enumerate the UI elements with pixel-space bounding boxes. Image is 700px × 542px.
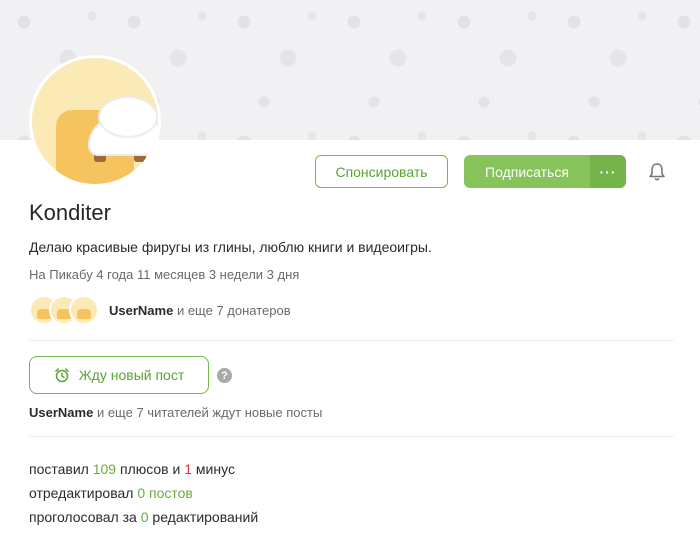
- stats-voted-line: проголосовал за 0 редактирований: [29, 505, 258, 529]
- plus-count: 109: [92, 461, 117, 477]
- profile-tenure: На Пикабу 4 года 11 месяцев 3 недели 3 д…: [29, 267, 300, 282]
- waiting-username-link[interactable]: UserName: [29, 405, 93, 420]
- profile-bio: Делаю красивые фиругы из глины, люблю кн…: [29, 239, 432, 255]
- donors-rest: и еще 7 донатеров: [176, 302, 291, 318]
- help-icon[interactable]: ?: [217, 368, 232, 383]
- donors-row: UserName и еще 7 донатеров: [29, 295, 291, 325]
- voted-word: редактирований: [152, 509, 259, 525]
- donors-text: UserName и еще 7 донатеров: [109, 303, 291, 318]
- avatar[interactable]: [32, 58, 158, 184]
- wait-new-post-button[interactable]: Жду новый пост: [29, 356, 209, 394]
- divider: [29, 436, 674, 437]
- stats-votes-prefix: поставил: [29, 461, 89, 477]
- more-options-button[interactable]: ···: [590, 155, 626, 188]
- stats-edited-prefix: отредактировал: [29, 485, 134, 501]
- donor-avatar[interactable]: [69, 295, 99, 325]
- donor-username-link[interactable]: UserName: [109, 303, 173, 318]
- waiting-rest: и еще 7 читателей ждут новые посты: [96, 405, 323, 420]
- plus-word: плюсов: [119, 461, 169, 477]
- subscribe-button[interactable]: Подписаться: [464, 155, 590, 188]
- minus-count: 1: [184, 461, 193, 477]
- alarm-clock-icon: [55, 368, 69, 383]
- minus-word: минус: [195, 461, 235, 477]
- sponsor-button[interactable]: Спонсировать: [315, 155, 448, 188]
- profile-stats: поставил 109 плюсов и 1 минус отредактир…: [29, 457, 258, 529]
- stats-and: и: [172, 461, 181, 477]
- bell-icon[interactable]: [648, 162, 666, 182]
- wait-new-post-label: Жду новый пост: [78, 367, 185, 383]
- stats-edited-line: отредактировал 0 постов: [29, 481, 258, 505]
- avatar-chef-hat: [90, 98, 158, 154]
- stats-votes-line: поставил 109 плюсов и 1 минус: [29, 457, 258, 481]
- divider: [29, 340, 674, 341]
- edited-posts-link[interactable]: 0 постов: [137, 485, 193, 501]
- waiting-readers-text: UserName и еще 7 читателей ждут новые по…: [29, 405, 322, 420]
- stats-voted-prefix: проголосовал за: [29, 509, 137, 525]
- voted-count: 0: [140, 509, 149, 525]
- profile-username: Konditer: [29, 200, 111, 225]
